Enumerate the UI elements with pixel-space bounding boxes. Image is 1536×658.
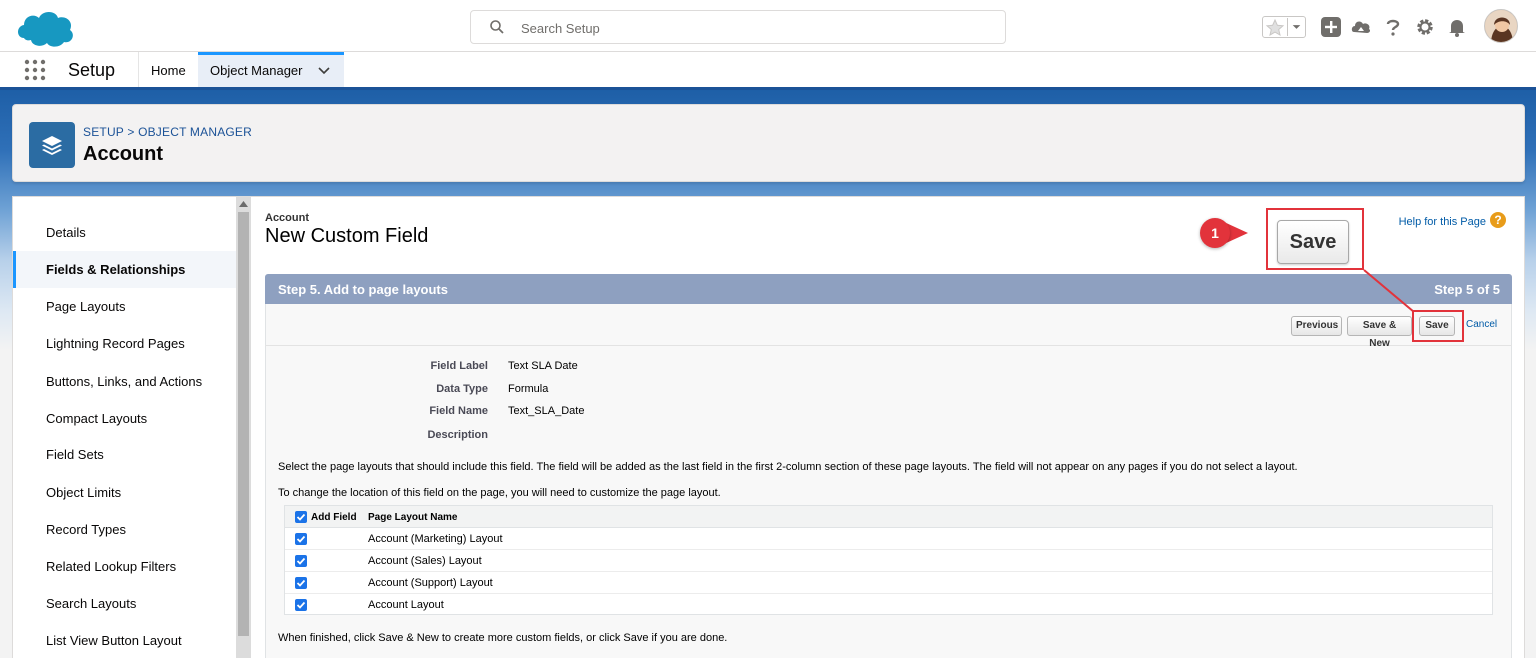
sidebar-item-buttons-links-actions[interactable]: Buttons, Links, and Actions [13,363,237,400]
column-header-page-layout-name: Page Layout Name [368,512,458,523]
layout-name: Account (Sales) Layout [368,555,482,567]
salesforce-cloud-logo[interactable] [14,6,76,48]
object-page-header: SETUP > OBJECT MANAGER Account [12,104,1525,182]
cancel-link[interactable]: Cancel [1466,319,1497,330]
field-label-value: Text SLA Date [508,360,578,372]
layout-name: Account Layout [368,599,444,611]
sidebar-item-compact-layouts[interactable]: Compact Layouts [13,400,237,437]
table-row: Account (Marketing) Layout [285,528,1492,550]
search-setup[interactable] [470,10,1006,44]
previous-button[interactable]: Previous [1291,316,1342,336]
chevron-down-icon[interactable] [1287,18,1305,36]
save-highlight-box [1412,310,1464,342]
row-checkbox[interactable] [295,555,307,567]
description-label: Description [427,429,488,441]
field-label-label: Field Label [430,360,488,372]
row-checkbox[interactable] [295,599,307,611]
sidebar-item-page-layouts[interactable]: Page Layouts [13,288,237,325]
tab-home[interactable]: Home [138,52,198,87]
page-layouts-table: Add Field Page Layout Name Account (Mark… [284,505,1493,615]
chevron-down-icon[interactable] [318,66,330,76]
instructions-paragraph: Select the page layouts that should incl… [278,461,1298,473]
sidebar-item-field-sets[interactable]: Field Sets [13,436,237,473]
layout-name: Account (Marketing) Layout [368,533,503,545]
app-navigation-bar: Setup Home Object Manager [0,52,1536,90]
global-header [0,0,1536,52]
object-manager-stack-icon [29,122,75,168]
footer-instructions: When finished, click Save & New to creat… [278,632,728,644]
data-type-label: Data Type [436,383,488,395]
sidebar-item-related-lookup-filters[interactable]: Related Lookup Filters [13,548,237,585]
field-name-value: Text_SLA_Date [508,405,585,417]
sidebar-item-record-types[interactable]: Record Types [13,511,237,548]
search-input[interactable] [521,17,981,39]
zoomed-save-button[interactable]: Save [1277,220,1349,264]
row-checkbox[interactable] [295,533,307,545]
sidebar-item-object-limits[interactable]: Object Limits [13,474,237,511]
table-row: Account (Sales) Layout [285,550,1492,572]
app-name: Setup [68,60,116,80]
scrollbar-thumb[interactable] [238,212,249,636]
page-heading: New Custom Field [265,225,429,247]
save-and-new-button[interactable]: Save & New [1347,316,1412,349]
sidebar-item-fields-relationships[interactable]: Fields & Relationships [13,251,237,288]
table-header: Add Field Page Layout Name [285,506,1492,528]
table-row: Account Layout [285,594,1492,616]
data-type-value: Formula [508,383,549,395]
step-header: Step 5. Add to page layouts Step 5 of 5 [265,274,1512,304]
layout-name: Account (Support) Layout [368,577,493,589]
step-title: Step 5. Add to page layouts [278,282,448,297]
field-name-label: Field Name [429,405,488,417]
app-launcher-icon[interactable] [24,59,46,81]
step-number-badge: 1 [1200,218,1230,248]
help-question-icon[interactable]: ? [1490,212,1506,228]
help-icon[interactable] [1382,16,1404,38]
add-icon[interactable] [1320,16,1342,38]
page-title: Account [83,143,163,165]
tab-object-manager-label: Object Manager [210,63,303,78]
help-link[interactable]: Help for this Page [1399,216,1486,228]
row-checkbox[interactable] [295,577,307,589]
tab-object-manager[interactable]: Object Manager [198,52,344,87]
search-icon [490,20,504,34]
sidebar-item-lightning-record-pages[interactable]: Lightning Record Pages [13,325,237,362]
object-label: Account [265,212,309,224]
notifications-bell-icon[interactable] [1446,16,1468,38]
select-all-checkbox[interactable] [295,511,307,523]
scroll-up-arrow-icon[interactable] [239,200,248,207]
trailhead-icon[interactable] [1350,16,1372,38]
sidebar-item-details[interactable]: Details [13,214,237,251]
sidebar-item-list-view-button-layout[interactable]: List View Button Layout [13,622,237,658]
gear-icon[interactable] [1414,16,1436,38]
favorites-control[interactable] [1262,16,1306,38]
column-header-add-field: Add Field [311,512,357,523]
sidebar-item-search-layouts[interactable]: Search Layouts [13,585,237,622]
star-icon[interactable] [1265,18,1285,38]
breadcrumb[interactable]: SETUP > OBJECT MANAGER [83,125,252,139]
user-avatar[interactable] [1484,9,1518,43]
object-sidebar: Details Fields & Relationships Page Layo… [12,196,237,658]
table-row: Account (Support) Layout [285,572,1492,594]
customize-note: To change the location of this field on … [278,487,721,499]
sidebar-scrollbar[interactable] [236,196,251,658]
step-count: Step 5 of 5 [1434,282,1500,297]
